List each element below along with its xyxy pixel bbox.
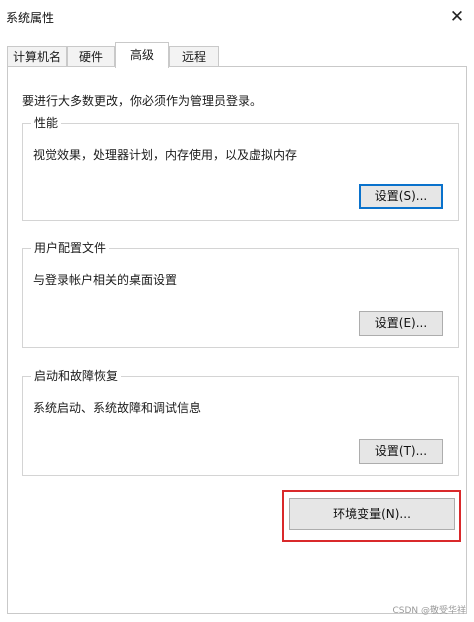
admin-note: 要进行大多数更改，你必须作为管理员登录。: [22, 94, 263, 108]
performance-settings-button[interactable]: 设置(S)...: [359, 184, 443, 209]
startup-recovery-group: 启动和故障恢复 系统启动、系统故障和调试信息 设置(T)...: [22, 368, 459, 476]
tab-remote[interactable]: 远程: [169, 46, 219, 67]
tab-advanced[interactable]: 高级: [115, 42, 169, 68]
startup-recovery-description: 系统启动、系统故障和调试信息: [33, 401, 202, 415]
tab-computer-name[interactable]: 计算机名: [7, 46, 67, 67]
performance-group: 性能 视觉效果，处理器计划，内存使用，以及虚拟内存 设置(S)...: [22, 115, 459, 221]
user-profiles-description: 与登录帐户相关的桌面设置: [33, 273, 178, 287]
watermark: CSDN @敬受华祥: [392, 606, 466, 616]
user-profiles-group-title: 用户配置文件: [31, 240, 110, 256]
tab-strip: 计算机名 硬件 高级 远程: [7, 42, 467, 68]
tab-hardware[interactable]: 硬件: [67, 46, 115, 67]
system-properties-dialog: 系统属性 ✕ 计算机名 硬件 高级 远程 要进行大多数更改，你必须作为管理员登录…: [0, 0, 474, 622]
window-title: 系统属性: [6, 11, 55, 25]
user-profiles-settings-button[interactable]: 设置(E)...: [359, 311, 443, 336]
close-icon[interactable]: ✕: [440, 0, 474, 34]
performance-description: 视觉效果，处理器计划，内存使用，以及虚拟内存: [33, 148, 298, 162]
startup-recovery-settings-button[interactable]: 设置(T)...: [359, 439, 443, 464]
environment-variables-button[interactable]: 环境变量(N)...: [289, 498, 455, 530]
startup-recovery-group-title: 启动和故障恢复: [31, 368, 122, 384]
title-bar[interactable]: 系统属性 ✕: [0, 0, 474, 34]
performance-group-title: 性能: [31, 115, 62, 131]
user-profiles-group: 用户配置文件 与登录帐户相关的桌面设置 设置(E)...: [22, 240, 459, 348]
